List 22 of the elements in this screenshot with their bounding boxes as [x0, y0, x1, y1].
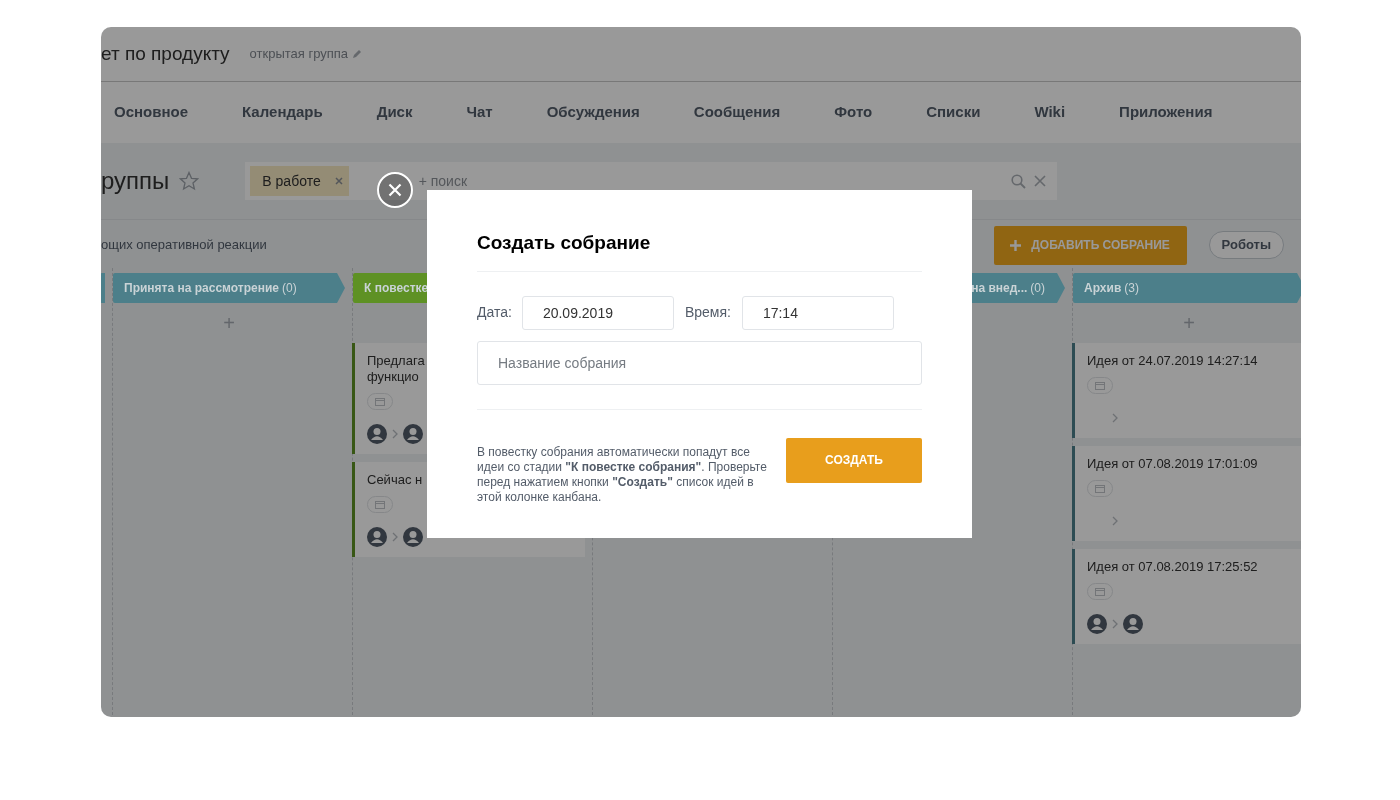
time-label: Время: [684, 303, 731, 323]
column-count: (0) [1030, 280, 1045, 297]
filter-description: ощих оперативной реакции [101, 236, 267, 255]
column-count: (0) [282, 280, 297, 297]
dialog-title: Создать собрание [477, 232, 922, 272]
search-placeholder: + поиск [418, 171, 468, 191]
column-title: Принята на рассмотрение [124, 280, 279, 297]
group-title: ет по продукту [101, 41, 230, 66]
date-label: Дата: [477, 303, 512, 323]
column-title: Архив [1084, 280, 1122, 297]
filter-tag-label: В работе [262, 171, 321, 191]
card-title: Сейчас н [367, 472, 423, 488]
column-title: К повестке [364, 280, 429, 297]
column-count: (3) [1124, 280, 1139, 297]
card-title: Идея от 07.08.2019 17:25:52 [1087, 559, 1258, 575]
card-title: Идея от 24.07.2019 14:27:14 [1087, 353, 1258, 369]
page-title: руппы [101, 166, 170, 196]
column-title: на внед... [971, 280, 1028, 297]
group-type-label: открытая группа [249, 45, 349, 64]
card-title: Предлага функцио [367, 353, 425, 385]
info-note: В повестку собрания автоматически попадут все идеи со стадии "К повестке собрания". Проверьте перед нажатием кнопки "Создать" список идей в этой колонке канбана. [477, 444, 767, 505]
card-title: Идея от 07.08.2019 17:01:09 [1087, 456, 1258, 472]
